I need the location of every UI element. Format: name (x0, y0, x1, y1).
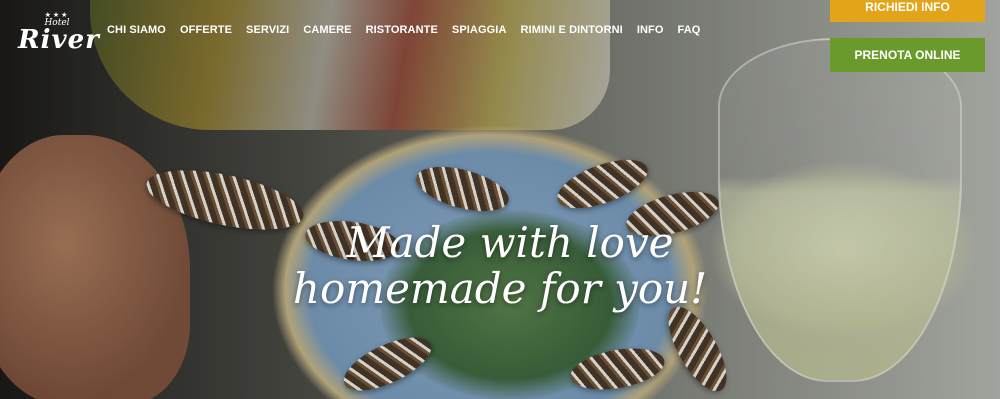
hero-headline-line2: homemade for you! (292, 264, 708, 313)
logo-name: River (18, 25, 100, 55)
hotel-logo[interactable]: ★★★ Hotel River (18, 12, 100, 55)
nav-item-ristorante[interactable]: RISTORANTE (366, 24, 438, 36)
nav-item-offerte[interactable]: OFFERTE (180, 24, 232, 36)
hero-banner: ★★★ Hotel River CHI SIAMO OFFERTE SERVIZ… (0, 0, 1000, 399)
nav-item-chi-siamo[interactable]: CHI SIAMO (107, 24, 166, 36)
nav-item-faq[interactable]: FAQ (678, 24, 701, 36)
request-info-button[interactable]: RICHIEDI INFO (830, 0, 985, 22)
nav-item-spiaggia[interactable]: SPIAGGIA (452, 24, 507, 36)
nav-item-rimini-e-dintorni[interactable]: RIMINI E DINTORNI (521, 24, 623, 36)
nav-item-camere[interactable]: CAMERE (303, 24, 351, 36)
hero-headline-line1: Made with love (346, 218, 674, 267)
book-online-button[interactable]: PRENOTA ONLINE (830, 38, 985, 72)
main-nav: CHI SIAMO OFFERTE SERVIZI CAMERE RISTORA… (107, 24, 714, 36)
nav-item-servizi[interactable]: SERVIZI (246, 24, 289, 36)
hero-headline: Made with love homemade for you! (0, 220, 1000, 312)
nav-item-info[interactable]: INFO (637, 24, 664, 36)
